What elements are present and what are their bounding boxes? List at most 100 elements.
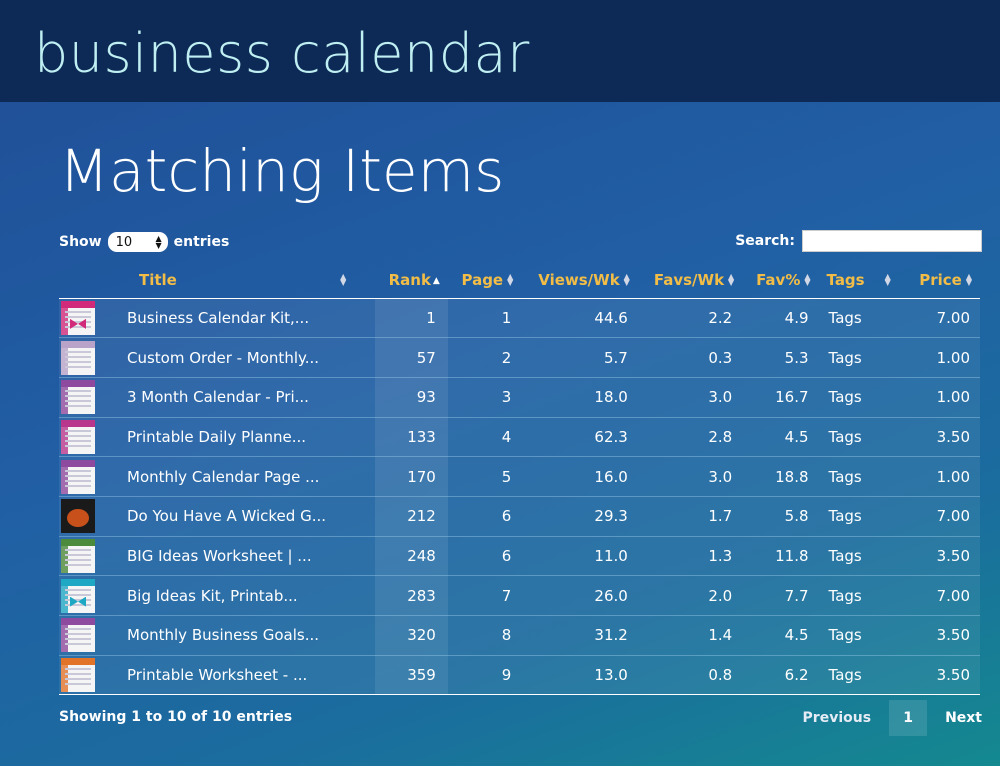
column-header-views[interactable]: Views/Wk ▲ ▼ xyxy=(521,262,638,299)
views-per-week-cell: 62.3 xyxy=(521,416,638,457)
rank-cell: 320 xyxy=(375,615,448,656)
tags-link[interactable]: Tags xyxy=(818,416,906,457)
item-title[interactable]: Monthly Business Goals... xyxy=(105,615,375,656)
table-row[interactable]: 3 Month Calendar - Pri... 93 3 18.0 3.0 16.7 T… xyxy=(59,376,980,418)
thumbnail-cell xyxy=(59,575,105,616)
sort-both-icon: ▲ ▼ xyxy=(728,272,735,288)
tags-link[interactable]: Tags xyxy=(818,495,906,537)
product-thumbnail[interactable] xyxy=(61,538,95,573)
table-row[interactable]: Printable Worksheet - ... 359 9 13.0 0.8 6.2 T… xyxy=(59,654,980,696)
views-per-week-cell: 29.3 xyxy=(521,495,638,537)
column-header-favs[interactable]: Favs/Wk ▲ ▼ xyxy=(637,262,743,299)
table-header-row: Title ▲ ▼ Rank ▲ Page ▲ ▼ Views/Wk ▲ ▼ Favs/Wk… xyxy=(59,262,980,299)
search-control: Search: xyxy=(735,230,982,252)
tags-link[interactable]: Tags xyxy=(818,654,906,696)
rank-cell: 1 xyxy=(375,298,448,338)
favs-per-week-cell: 2.2 xyxy=(637,298,743,338)
tags-link[interactable]: Tags xyxy=(818,456,906,497)
search-label: Search: xyxy=(735,233,795,249)
entries-label: entries xyxy=(173,234,230,250)
fav-percent-cell: 5.3 xyxy=(742,337,819,378)
page-cell: 3 xyxy=(447,376,522,418)
product-thumbnail[interactable] xyxy=(61,340,95,375)
column-header-tags[interactable]: Tags ▲ ▼ xyxy=(818,262,906,299)
thumbnail-cell xyxy=(59,495,105,537)
product-thumbnail[interactable] xyxy=(61,380,95,415)
column-header-rank[interactable]: Rank ▲ xyxy=(375,262,448,299)
page-cell: 5 xyxy=(447,456,522,497)
tags-link[interactable]: Tags xyxy=(818,337,906,378)
price-cell: 7.00 xyxy=(905,298,980,338)
product-thumbnail[interactable] xyxy=(61,499,95,534)
views-per-week-cell: 26.0 xyxy=(521,575,638,616)
item-title[interactable]: Do You Have A Wicked G... xyxy=(105,495,375,537)
column-header-title[interactable]: Title ▲ ▼ xyxy=(59,262,375,299)
fav-percent-cell: 7.7 xyxy=(742,575,819,616)
table-row[interactable]: Monthly Calendar Page ... 170 5 16.0 3.0 18.8… xyxy=(59,456,980,497)
column-header-page[interactable]: Page ▲ ▼ xyxy=(447,262,522,299)
page-cell: 7 xyxy=(447,575,522,616)
table-row[interactable]: Custom Order - Monthly... 57 2 5.7 0.3 5.3 Tag… xyxy=(59,337,980,378)
product-thumbnail[interactable] xyxy=(61,419,95,454)
page-cell: 2 xyxy=(447,337,522,378)
column-header-label: Title xyxy=(139,270,177,289)
item-title[interactable]: Business Calendar Kit,... xyxy=(105,298,375,338)
column-header-favpct[interactable]: Fav% ▲ ▼ xyxy=(742,262,819,299)
rank-cell: 133 xyxy=(375,416,448,457)
column-header-label: Tags xyxy=(826,270,865,289)
tags-link[interactable]: Tags xyxy=(818,535,906,576)
fav-percent-cell: 6.2 xyxy=(742,654,819,696)
table-row[interactable]: Printable Daily Planne... 133 4 62.3 2.8 4.5 T… xyxy=(59,416,980,457)
item-title[interactable]: Big Ideas Kit, Printab... xyxy=(105,575,375,616)
table-info: Showing 1 to 10 of 10 entries xyxy=(59,709,293,725)
product-thumbnail[interactable] xyxy=(61,618,95,653)
price-cell: 1.00 xyxy=(905,337,980,378)
entries-select[interactable]: 10 ▲ ▼ xyxy=(107,232,168,252)
page-1-button[interactable]: 1 xyxy=(889,700,928,736)
table-row[interactable]: BIG Ideas Worksheet | ... 248 6 11.0 1.3 11.8… xyxy=(59,535,980,576)
product-thumbnail[interactable] xyxy=(61,459,95,494)
rank-cell: 57 xyxy=(375,337,448,378)
favs-per-week-cell: 3.0 xyxy=(637,456,743,497)
search-input[interactable] xyxy=(802,230,982,252)
item-title[interactable]: BIG Ideas Worksheet | ... xyxy=(105,535,375,576)
table-row[interactable]: Business Calendar Kit,... 1 1 44.6 2.2 4.9 Tag… xyxy=(59,298,980,338)
rank-cell: 248 xyxy=(375,535,448,576)
table-row[interactable]: Monthly Business Goals... 320 8 31.2 1.4 4.5 T… xyxy=(59,615,980,656)
thumbnail-cell xyxy=(59,535,105,576)
item-title[interactable]: Custom Order - Monthly... xyxy=(105,337,375,378)
product-thumbnail[interactable] xyxy=(61,658,95,693)
tags-link[interactable]: Tags xyxy=(818,298,906,338)
table-row[interactable]: Big Ideas Kit, Printab... 283 7 26.0 2.0 7.7 T… xyxy=(59,575,980,616)
sort-both-icon: ▲ ▼ xyxy=(965,272,972,288)
next-button[interactable]: Next xyxy=(927,710,982,726)
brand-title[interactable]: business calendar xyxy=(34,20,530,88)
tags-link[interactable]: Tags xyxy=(818,376,906,418)
table-row[interactable]: Do You Have A Wicked G... 212 6 29.3 1.7 5.8 T… xyxy=(59,495,980,537)
column-header-price[interactable]: Price ▲ ▼ xyxy=(905,262,980,299)
fav-percent-cell: 16.7 xyxy=(742,376,819,418)
page-cell: 6 xyxy=(447,535,522,576)
page-cell: 4 xyxy=(447,416,522,457)
item-title[interactable]: 3 Month Calendar - Pri... xyxy=(105,376,375,418)
rank-cell: 170 xyxy=(375,456,448,497)
tags-link[interactable]: Tags xyxy=(818,615,906,656)
item-title[interactable]: Printable Daily Planne... xyxy=(105,416,375,457)
thumbnail-cell xyxy=(59,654,105,696)
sort-both-icon: ▲ ▼ xyxy=(340,272,347,288)
previous-button[interactable]: Previous xyxy=(785,710,890,726)
price-cell: 3.50 xyxy=(905,535,980,576)
tags-link[interactable]: Tags xyxy=(818,575,906,616)
item-title[interactable]: Monthly Calendar Page ... xyxy=(105,456,375,497)
views-per-week-cell: 31.2 xyxy=(521,615,638,656)
favs-per-week-cell: 1.4 xyxy=(637,615,743,656)
thumbnail-cell xyxy=(59,615,105,656)
page-cell: 6 xyxy=(447,495,522,537)
page-cell: 8 xyxy=(447,615,522,656)
thumbnail-cell xyxy=(59,298,105,338)
favs-per-week-cell: 0.8 xyxy=(637,654,743,696)
product-thumbnail[interactable] xyxy=(61,300,95,335)
item-title[interactable]: Printable Worksheet - ... xyxy=(105,654,375,696)
column-header-label: Favs/Wk xyxy=(653,270,725,289)
product-thumbnail[interactable] xyxy=(61,578,95,613)
